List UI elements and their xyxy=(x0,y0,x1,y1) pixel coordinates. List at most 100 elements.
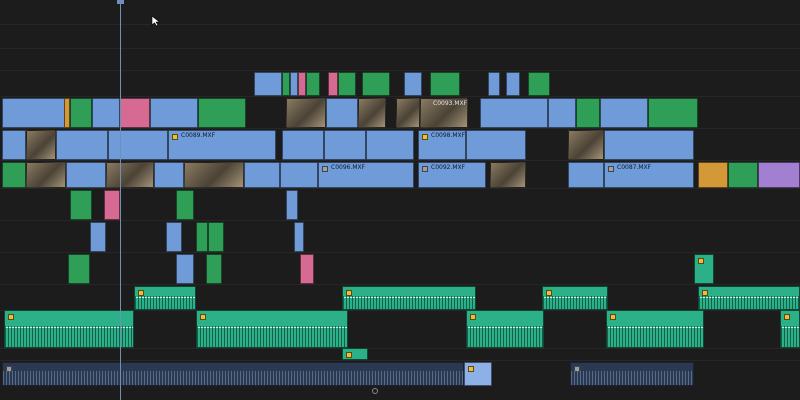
video-clip[interactable]: C0087.MXF xyxy=(604,162,694,188)
video-clip[interactable] xyxy=(2,162,26,188)
video-clip[interactable] xyxy=(506,72,520,96)
video-clip[interactable] xyxy=(728,162,758,188)
video-clip[interactable] xyxy=(2,130,26,160)
video-clip[interactable]: C0092.MXF xyxy=(418,162,486,188)
fx-badge-icon xyxy=(784,314,790,320)
video-clip[interactable] xyxy=(338,72,356,96)
video-clip[interactable] xyxy=(480,98,548,128)
audio-clip[interactable] xyxy=(542,286,608,310)
video-clip[interactable] xyxy=(286,190,298,220)
video-clip[interactable] xyxy=(176,254,194,284)
video-clip-thumbnail[interactable] xyxy=(26,162,66,188)
video-clip[interactable] xyxy=(300,254,314,284)
video-clip[interactable] xyxy=(568,162,604,188)
audio-clip[interactable] xyxy=(464,362,492,386)
video-clip[interactable] xyxy=(166,222,182,252)
video-clip[interactable] xyxy=(244,162,280,188)
video-clip[interactable] xyxy=(70,190,92,220)
video-clip-thumbnail[interactable] xyxy=(184,162,244,188)
timeline-area[interactable]: C0093.MXF C0089.MXF C0098.MXF C0096.MXF … xyxy=(0,0,800,400)
video-clip[interactable] xyxy=(306,72,320,96)
audio-clip[interactable] xyxy=(2,362,464,386)
video-clip[interactable] xyxy=(56,130,108,160)
audio-clip[interactable] xyxy=(780,310,800,348)
audio-clip[interactable] xyxy=(342,348,368,360)
clip-label: C0093.MXF xyxy=(433,100,468,107)
video-clip[interactable] xyxy=(68,254,90,284)
fx-badge-icon xyxy=(702,290,708,296)
mouse-pointer-icon xyxy=(151,15,161,27)
video-clip[interactable] xyxy=(758,162,800,188)
video-clip-thumbnail[interactable]: C0093.MXF xyxy=(420,98,468,128)
video-clip[interactable] xyxy=(362,72,390,96)
video-clip[interactable] xyxy=(208,222,224,252)
video-clip[interactable] xyxy=(528,72,550,96)
video-clip[interactable]: C0098.MXF xyxy=(418,130,466,160)
video-clip[interactable] xyxy=(648,98,698,128)
clip-badge-icon xyxy=(322,166,328,172)
video-clip[interactable] xyxy=(90,222,106,252)
video-clip[interactable] xyxy=(328,72,338,96)
audio-clip[interactable] xyxy=(570,362,694,386)
clip-label: C0096.MXF xyxy=(331,164,366,171)
video-clip-thumbnail[interactable] xyxy=(106,162,154,188)
video-clip[interactable] xyxy=(108,130,168,160)
fx-badge-icon xyxy=(138,290,144,296)
video-clip[interactable] xyxy=(548,98,576,128)
video-clip[interactable] xyxy=(254,72,282,96)
fx-badge-icon xyxy=(546,290,552,296)
video-clip[interactable] xyxy=(466,130,526,160)
video-clip-thumbnail[interactable] xyxy=(286,98,326,128)
video-clip[interactable] xyxy=(600,98,648,128)
video-clip-thumbnail[interactable] xyxy=(490,162,526,188)
video-clip[interactable] xyxy=(698,162,728,188)
video-clip[interactable] xyxy=(150,98,198,128)
video-clip[interactable] xyxy=(404,72,422,96)
video-clip[interactable] xyxy=(198,98,246,128)
playhead[interactable] xyxy=(120,0,121,400)
video-clip[interactable] xyxy=(92,98,120,128)
audio-clip[interactable] xyxy=(4,310,134,348)
video-clip-thumbnail[interactable] xyxy=(396,98,420,128)
video-clip[interactable] xyxy=(604,130,694,160)
video-clip[interactable] xyxy=(298,72,306,96)
video-clip[interactable] xyxy=(366,130,414,160)
video-clip[interactable] xyxy=(324,130,366,160)
video-clip[interactable] xyxy=(70,98,92,128)
video-clip[interactable] xyxy=(206,254,222,284)
video-clip[interactable] xyxy=(176,190,194,220)
video-clip-thumbnail[interactable] xyxy=(568,130,604,160)
audio-clip[interactable] xyxy=(196,310,348,348)
video-clip-thumbnail[interactable] xyxy=(26,130,56,160)
video-clip[interactable] xyxy=(576,98,600,128)
video-clip[interactable] xyxy=(120,98,150,128)
scroll-handle-icon[interactable] xyxy=(372,388,378,394)
video-clip[interactable] xyxy=(430,72,460,96)
audio-clip[interactable] xyxy=(698,286,800,310)
video-clip-thumbnail[interactable] xyxy=(358,98,386,128)
video-clip[interactable] xyxy=(294,222,304,252)
video-clip[interactable] xyxy=(154,162,184,188)
audio-clip[interactable] xyxy=(466,310,544,348)
audio-clip[interactable] xyxy=(606,310,704,348)
video-clip[interactable] xyxy=(196,222,208,252)
video-clip[interactable] xyxy=(280,162,318,188)
video-clip[interactable] xyxy=(2,98,66,128)
video-clip[interactable] xyxy=(488,72,500,96)
fx-badge-icon xyxy=(346,290,352,296)
clip-label: C0098.MXF xyxy=(431,132,466,139)
video-clip[interactable] xyxy=(290,72,298,96)
video-clip[interactable] xyxy=(282,72,290,96)
audio-clip[interactable] xyxy=(694,254,714,284)
video-clip[interactable] xyxy=(282,130,324,160)
fx-badge-icon xyxy=(422,134,428,140)
audio-clip[interactable] xyxy=(134,286,196,310)
video-clip[interactable] xyxy=(326,98,358,128)
audio-clip[interactable] xyxy=(342,286,476,310)
fx-badge-icon xyxy=(346,352,352,358)
video-clip[interactable] xyxy=(66,162,106,188)
video-clip[interactable]: C0096.MXF xyxy=(318,162,414,188)
video-clip[interactable]: C0089.MXF xyxy=(168,130,276,160)
video-clip[interactable] xyxy=(104,190,120,220)
fx-badge-icon xyxy=(698,258,704,264)
